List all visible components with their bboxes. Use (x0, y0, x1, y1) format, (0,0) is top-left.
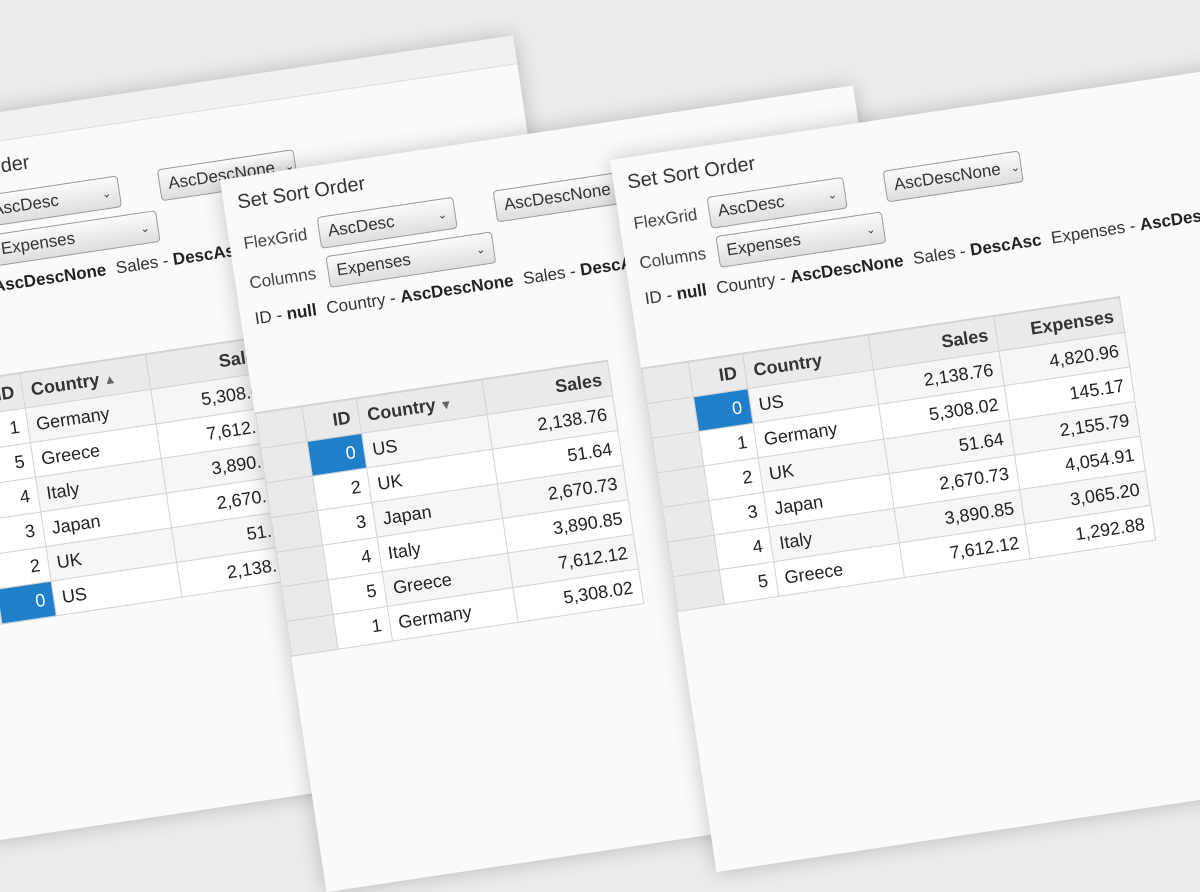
status-id: ID - null (253, 300, 318, 329)
cell-id[interactable]: 5 (719, 561, 779, 605)
flexgrid-label: FlexGrid (632, 204, 699, 234)
flexgrid-label: FlexGrid (242, 224, 309, 254)
sort-panel-3: Set Sort Order FlexGrid AscDesc ⌄ AscDesc… (610, 65, 1200, 873)
status-expenses: Expenses - AscDesc (1049, 204, 1200, 248)
chevron-down-icon: ⌄ (436, 208, 448, 222)
status-sales: Sales - DescAsc (911, 230, 1043, 269)
sort-desc-icon: ▼ (438, 395, 454, 413)
chevron-down-icon: ⌄ (101, 187, 112, 201)
columns-label: Columns (248, 263, 318, 293)
cell-id[interactable]: 1 (332, 606, 393, 650)
chevron-down-icon: ⌄ (139, 221, 151, 236)
sort-asc-icon: ▲ (102, 370, 118, 388)
status-country: Country - AscDescNone (0, 260, 108, 296)
chevron-down-icon: ⌄ (475, 243, 487, 257)
chevron-down-icon: ⌄ (1009, 161, 1021, 175)
columns-label: Columns (638, 243, 708, 273)
status-id: ID - null (643, 280, 708, 309)
chevron-down-icon: ⌄ (826, 188, 838, 202)
cell-id-selected[interactable]: 0 (0, 581, 57, 624)
row-header[interactable] (286, 614, 339, 657)
row-header[interactable] (672, 569, 725, 612)
flexgrid: ID Country ▼ Sales 0 US 2,138.76 2 UK 51.64 3… (254, 359, 645, 657)
chevron-down-icon: ⌄ (865, 223, 877, 237)
